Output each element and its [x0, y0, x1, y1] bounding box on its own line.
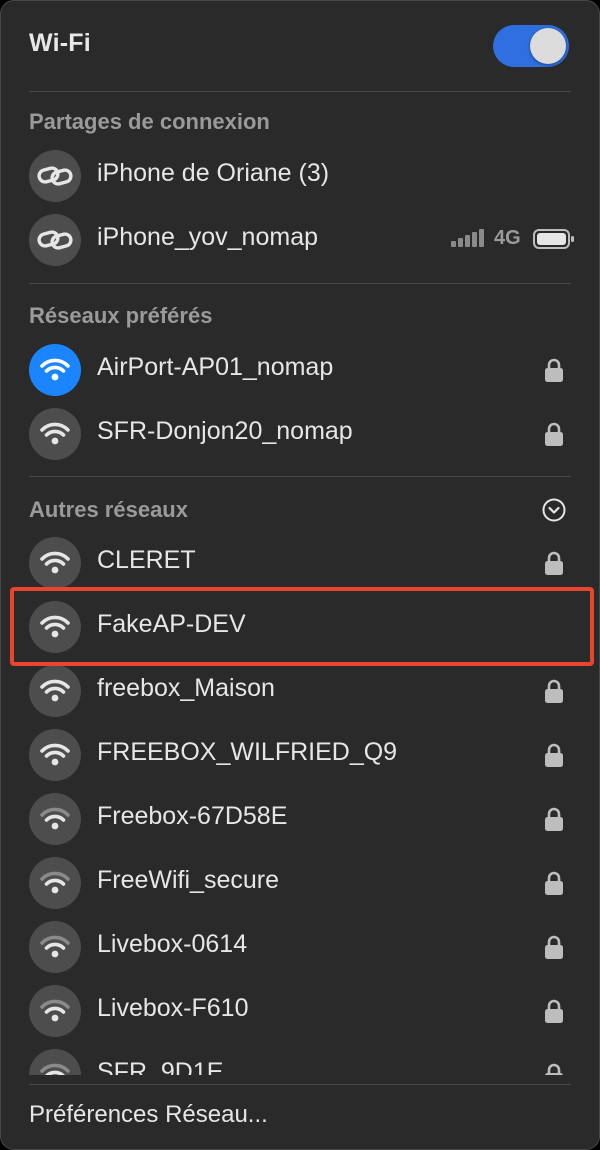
- section-title-hotspots: Partages de connexion: [29, 109, 270, 134]
- network-name: FakeAP-DEV: [97, 610, 246, 638]
- network-name: AirPort-AP01_nomap: [97, 353, 334, 381]
- section-title-preferred: Réseaux préférés: [29, 303, 213, 328]
- network-name: SFR-Donjon20_nomap: [97, 417, 353, 445]
- lock-icon: [545, 935, 563, 959]
- hotspot-item-iphone-yov[interactable]: iPhone_yov_nomap 4G: [9, 208, 593, 270]
- link-icon: [29, 150, 81, 202]
- wifi-icon: [29, 408, 81, 460]
- network-item[interactable]: FREEBOX_WILFRIED_Q9: [9, 723, 593, 785]
- divider: [29, 283, 571, 284]
- wifi-icon: [29, 921, 81, 973]
- wifi-icon: [29, 793, 81, 845]
- lock-icon: [545, 807, 563, 831]
- network-item-airport-ap01[interactable]: AirPort-AP01_nomap: [9, 338, 593, 400]
- wifi-icon: [29, 857, 81, 909]
- network-item[interactable]: FakeAP-DEV: [9, 595, 593, 657]
- hotspot-name: iPhone_yov_nomap: [97, 223, 318, 251]
- wifi-menu-panel: Wi-Fi Partages de connexion iPhone de Or…: [0, 0, 600, 1150]
- lock-icon: [545, 1063, 563, 1075]
- network-item[interactable]: CLERET: [9, 531, 593, 593]
- network-item-sfr-donjon20[interactable]: SFR-Donjon20_nomap: [9, 402, 593, 464]
- network-name: freebox_Maison: [97, 674, 275, 702]
- network-name: FREEBOX_WILFRIED_Q9: [97, 738, 398, 766]
- lock-icon: [545, 871, 563, 895]
- cellular-signal-icon: [451, 229, 484, 247]
- network-name: Livebox-0614: [97, 930, 248, 958]
- lock-icon: [545, 422, 563, 446]
- lock-icon: [545, 358, 563, 382]
- battery-icon: [533, 229, 574, 249]
- wifi-icon: [29, 537, 81, 589]
- lock-icon: [545, 999, 563, 1023]
- network-name: FreeWifi_secure: [97, 866, 279, 894]
- wifi-icon: [29, 729, 81, 781]
- wifi-toggle-knob: [530, 28, 566, 64]
- network-name: Livebox-F610: [97, 994, 249, 1022]
- wifi-icon: [29, 601, 81, 653]
- divider: [29, 91, 571, 92]
- wifi-connected-icon: [29, 344, 81, 396]
- wifi-icon: [29, 665, 81, 717]
- hotspot-status: 4G: [449, 225, 579, 255]
- network-item[interactable]: Livebox-0614: [9, 915, 593, 977]
- hotspot-item-iphone-oriane[interactable]: iPhone de Oriane (3): [9, 144, 593, 206]
- wifi-title: Wi-Fi: [29, 29, 91, 57]
- lock-icon: [545, 679, 563, 703]
- network-item[interactable]: SFR_9D1E: [9, 1043, 593, 1075]
- network-name: SFR_9D1E: [97, 1058, 224, 1075]
- lock-icon: [545, 743, 563, 767]
- network-preferences-link[interactable]: Préférences Réseau...: [29, 1101, 268, 1129]
- network-item[interactable]: Freebox-67D58E: [9, 787, 593, 849]
- section-title-others: Autres réseaux: [29, 497, 188, 522]
- network-item[interactable]: FreeWifi_secure: [9, 851, 593, 913]
- network-item[interactable]: Livebox-F610: [9, 979, 593, 1041]
- divider: [29, 476, 571, 477]
- wifi-icon: [29, 985, 81, 1037]
- network-name: CLERET: [97, 546, 196, 574]
- hotspot-name: iPhone de Oriane (3): [97, 159, 330, 187]
- lock-icon: [545, 551, 563, 575]
- network-name: Freebox-67D58E: [97, 802, 288, 830]
- network-item[interactable]: freebox_Maison: [9, 659, 593, 721]
- wifi-toggle[interactable]: [493, 25, 569, 67]
- divider: [29, 1084, 571, 1085]
- wifi-icon: [29, 1049, 81, 1075]
- wifi-header: Wi-Fi: [1, 1, 599, 91]
- link-icon: [29, 214, 81, 266]
- network-type-label: 4G: [494, 227, 521, 249]
- chevron-down-circle-icon[interactable]: [542, 498, 566, 522]
